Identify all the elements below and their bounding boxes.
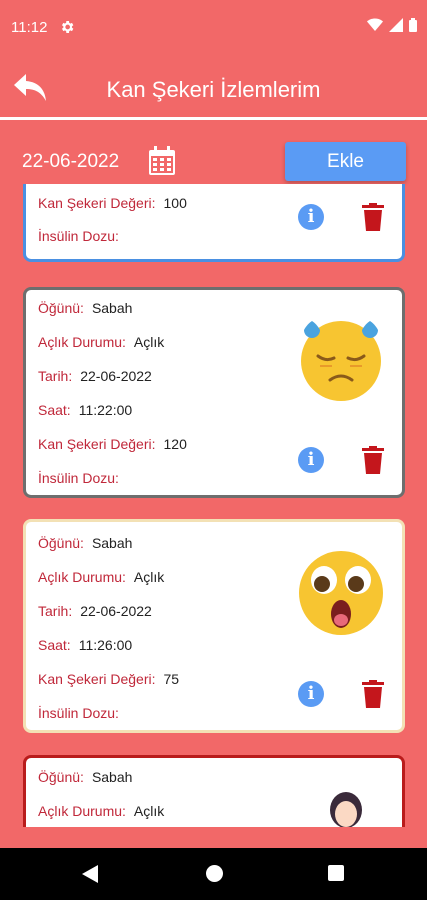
time-row: Saat: 11:22:00 [38, 402, 132, 418]
fasting-row: Açlık Durumu: Açlık [38, 334, 164, 350]
insulin-row: İnsülin Dozu: [38, 705, 127, 721]
sad-sweat-emoji-icon [301, 321, 381, 401]
insulin-label: İnsülin Dozu: [38, 470, 119, 486]
date-value: 22-06-2022 [80, 603, 152, 619]
nav-back-icon[interactable] [82, 865, 98, 883]
fasting-value: Açlık [133, 803, 165, 819]
entry-card: Öğünü: Sabah Açlık Durumu: Açlık Tarih: 22-… [23, 519, 405, 733]
status-indicators [367, 18, 417, 32]
meal-row: Öğünü: Sabah [38, 300, 132, 316]
fasting-row: Açlık Durumu: Açlık [38, 569, 164, 585]
insulin-label: İnsülin Dozu: [38, 228, 119, 244]
sugar-value: 120 [163, 436, 187, 452]
entry-card: Öğünü: Sabah Açlık Durumu: Açlık Tarih: 22-… [23, 287, 405, 498]
date-row: Tarih: 22-06-2022 [38, 368, 152, 384]
sugar-row: Kan Şekeri Değeri: 120 [38, 436, 187, 452]
add-button[interactable]: Ekle [285, 142, 406, 181]
sugar-row: Kan Şekeri Değeri: 100 [38, 195, 187, 211]
meal-value: Sabah [91, 769, 133, 785]
trash-icon[interactable] [362, 203, 384, 231]
entry-card: Öğünü: Sabah Açlık Durumu: Açlık [23, 755, 405, 827]
time-label: Saat: [38, 402, 71, 418]
trash-icon[interactable] [362, 680, 384, 708]
time-value: 11:26:00 [78, 637, 133, 653]
trash-icon[interactable] [362, 446, 384, 474]
system-nav-bar [0, 848, 427, 900]
entry-card: Kan Şekeri Değeri: 100 İnsülin Dozu: i [23, 184, 405, 262]
meal-label: Öğünü: [38, 769, 84, 785]
insulin-row: İnsülin Dozu: [38, 470, 127, 486]
meal-label: Öğünü: [38, 535, 84, 551]
meal-row: Öğünü: Sabah [38, 535, 132, 551]
nav-home-icon[interactable] [206, 865, 223, 882]
shocked-emoji-icon [299, 551, 383, 635]
info-icon[interactable]: i [298, 681, 324, 707]
sugar-row: Kan Şekeri Değeri: 75 [38, 671, 179, 687]
fasting-label: Açlık Durumu: [38, 803, 126, 819]
selected-date[interactable]: 22-06-2022 [22, 151, 119, 173]
sugar-label: Kan Şekeri Değeri: [38, 436, 156, 452]
meal-value: Sabah [91, 535, 133, 551]
app-bar: Kan Şekeri İzlemlerim [0, 56, 427, 120]
page-title: Kan Şekeri İzlemlerim [106, 77, 321, 102]
info-icon[interactable]: i [298, 204, 324, 230]
calendar-icon[interactable] [148, 146, 176, 176]
sugar-label: Kan Şekeri Değeri: [38, 195, 156, 211]
time-label: Saat: [38, 637, 71, 653]
sugar-label: Kan Şekeri Değeri: [38, 671, 156, 687]
settings-gear-icon [62, 21, 74, 33]
status-time: 11:12 [11, 19, 48, 36]
fasting-label: Açlık Durumu: [38, 334, 126, 350]
fasting-label: Açlık Durumu: [38, 569, 126, 585]
wifi-icon [367, 18, 383, 31]
date-value: 22-06-2022 [80, 368, 152, 384]
fasting-value: Açlık [133, 569, 165, 585]
time-value: 11:22:00 [78, 402, 133, 418]
woman-icon [330, 792, 362, 827]
nav-recent-apps-icon[interactable] [328, 865, 344, 881]
entry-list[interactable]: Kan Şekeri Değeri: 100 İnsülin Dozu: i Öğ… [0, 184, 427, 827]
fasting-row: Açlık Durumu: Açlık [38, 803, 164, 819]
insulin-row: İnsülin Dozu: [38, 228, 127, 244]
meal-value: Sabah [91, 300, 133, 316]
fasting-value: Açlık [133, 334, 165, 350]
insulin-label: İnsülin Dozu: [38, 705, 119, 721]
battery-icon [409, 18, 417, 32]
status-bar: 11:12 [0, 0, 427, 56]
date-label: Tarih: [38, 368, 73, 384]
info-icon[interactable]: i [298, 447, 324, 473]
header-divider [0, 117, 427, 120]
date-label: Tarih: [38, 603, 73, 619]
meal-row: Öğünü: Sabah [38, 769, 132, 785]
signal-icon [389, 18, 403, 32]
date-row: Tarih: 22-06-2022 [38, 603, 152, 619]
time-row: Saat: 11:26:00 [38, 637, 132, 653]
meal-label: Öğünü: [38, 300, 84, 316]
sugar-value: 75 [163, 671, 180, 687]
sugar-value: 100 [163, 195, 187, 211]
